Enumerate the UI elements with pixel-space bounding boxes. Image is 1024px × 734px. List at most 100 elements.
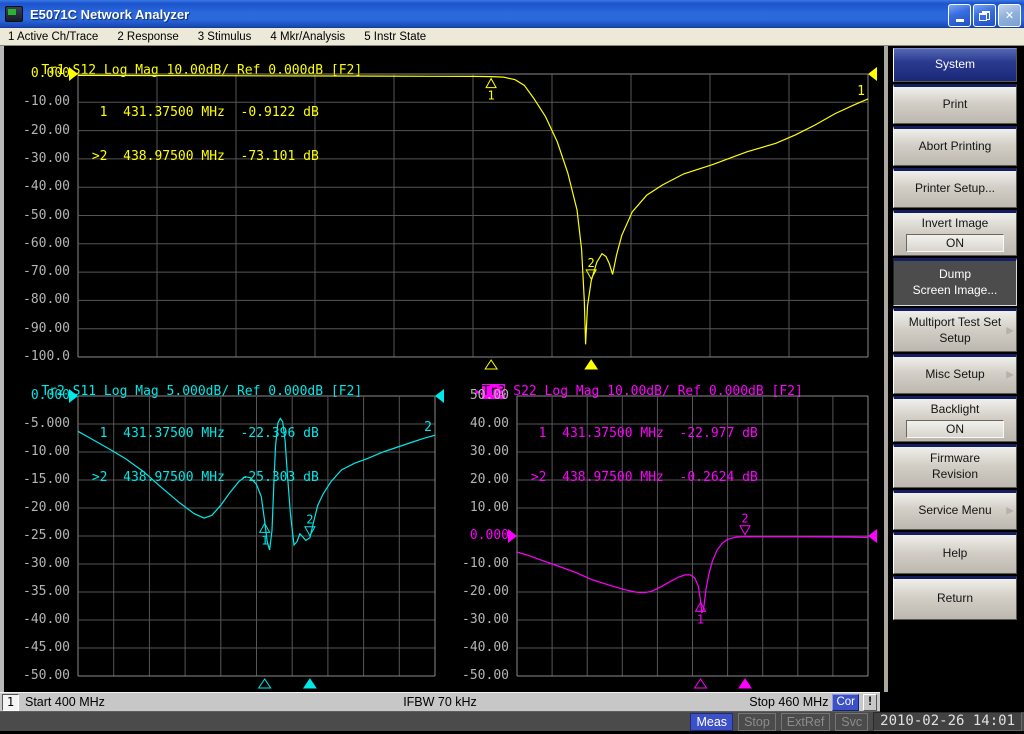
softkey-service-menu[interactable]: Service Menu ▶ xyxy=(893,490,1017,530)
y-axis-label: 30.00 xyxy=(469,444,509,459)
sweep-stop-badge: Stop xyxy=(738,712,776,731)
y-axis-label: -20.00 xyxy=(462,584,509,599)
softkey-label: Abort Printing xyxy=(918,139,992,154)
marker-glyph[interactable] xyxy=(739,525,751,536)
y-axis-label: -50.00 xyxy=(23,668,70,683)
marker-stimulus-triangle[interactable] xyxy=(484,359,499,370)
menu-bar: 1 Active Ch/Trace 2 Response 3 Stimulus … xyxy=(0,28,1024,46)
y-axis-label: -100.0 xyxy=(23,349,70,364)
softkey-invert-image[interactable]: Invert Image ON xyxy=(893,210,1017,256)
stop-frequency-label: Stop 460 MHz xyxy=(749,695,829,709)
y-axis-label: -10.00 xyxy=(23,444,70,459)
softkey-misc-setup[interactable]: Misc Setup ▶ xyxy=(893,354,1017,394)
softkey-label: Misc Setup xyxy=(925,367,985,382)
marker2-readout: >2 438.97500 MHz -73.101 dB xyxy=(84,148,319,164)
y-axis-label: -50.00 xyxy=(23,207,70,223)
close-icon: ✕ xyxy=(1004,10,1015,22)
softkey-value: ON xyxy=(906,419,1004,438)
marker-number: 1 xyxy=(697,612,704,626)
app-window: E5071C Network Analyzer ✕ 1 Active Ch/Tr… xyxy=(0,0,1024,734)
minimize-button[interactable] xyxy=(948,4,971,27)
y-axis-label: -40.00 xyxy=(462,640,509,655)
ext-ref-badge: ExtRef xyxy=(780,712,831,731)
marker2-readout: >2 438.97500 MHz -25.303 dB xyxy=(84,469,319,485)
marker-glyph[interactable] xyxy=(485,77,497,89)
y-axis-label: -40.00 xyxy=(23,612,70,627)
svc-badge: Svc xyxy=(835,712,869,731)
ref-level-arrow-right xyxy=(435,389,444,403)
marker-stimulus-triangle[interactable] xyxy=(257,678,272,689)
marker-stimulus-triangle[interactable] xyxy=(584,359,599,370)
softkey-label: Service Menu xyxy=(918,503,992,518)
y-axis-label: 10.00 xyxy=(469,500,509,515)
correction-status-badge: Cor xyxy=(832,693,859,711)
softkey-value: ON xyxy=(906,233,1004,252)
softkey-print[interactable]: Print xyxy=(893,84,1017,124)
y-axis-label: -60.00 xyxy=(23,235,70,251)
y-axis-label: 50.00 xyxy=(469,388,509,403)
softkey-label: Invert Image xyxy=(921,216,989,231)
softkey-multiport-test-set-setup[interactable]: Multiport Test Set Setup ▶ xyxy=(893,308,1017,352)
app-icon xyxy=(5,6,23,22)
y-axis-label: 20.00 xyxy=(469,472,509,487)
ref-level-arrow-left xyxy=(508,529,517,543)
submenu-arrow-icon: ▶ xyxy=(1006,325,1014,337)
window-title: E5071C Network Analyzer xyxy=(30,6,190,22)
trace1-marker-readout: 1 431.37500 MHz -0.9122 dB >2 438.97500 … xyxy=(84,77,319,193)
y-axis-label: -90.00 xyxy=(23,320,70,336)
softkey-return[interactable]: Return xyxy=(893,576,1017,620)
menu-stimulus[interactable]: 3 Stimulus xyxy=(198,31,252,43)
channel-status-bar: 1 Start 400 MHz IFBW 70 kHz Stop 460 MHz… xyxy=(0,692,880,712)
submenu-arrow-icon: ▶ xyxy=(1006,505,1014,517)
marker-glyph[interactable] xyxy=(304,526,316,537)
softkey-label: Firmware Revision xyxy=(930,451,980,481)
y-axis-label: -45.00 xyxy=(23,640,70,655)
close-button[interactable]: ✕ xyxy=(998,4,1021,27)
y-axis-label: -30.00 xyxy=(462,612,509,627)
trace3-marker-readout: 1 431.37500 MHz -22.977 dB >2 438.97500 … xyxy=(523,398,758,514)
marker-stimulus-triangle[interactable] xyxy=(738,678,752,689)
restore-icon xyxy=(979,10,990,21)
marker-number: 2 xyxy=(306,513,313,527)
softkey-label: Multiport Test Set Setup xyxy=(908,315,1002,345)
title-bar: E5071C Network Analyzer ✕ xyxy=(0,0,1024,28)
restore-button[interactable] xyxy=(973,4,996,27)
softkey-label: Dump Screen Image... xyxy=(912,267,998,297)
softkey-panel: System Print Abort Printing Printer Setu… xyxy=(884,46,1024,692)
y-axis-label: -35.00 xyxy=(23,584,70,599)
marker1-readout: 1 431.37500 MHz -22.396 dB xyxy=(84,426,319,441)
trace2-marker-readout: 1 431.37500 MHz -22.396 dB >2 438.97500 … xyxy=(84,398,319,514)
softkey-label: Backlight xyxy=(930,402,980,417)
trace-number-label: 1 xyxy=(857,84,865,99)
softkey-abort-printing[interactable]: Abort Printing xyxy=(893,126,1017,166)
y-axis-label: -20.00 xyxy=(23,500,70,515)
ref-level-arrow-right xyxy=(868,67,877,81)
ref-level-arrow-left xyxy=(69,389,78,403)
softkey-menu-title: System xyxy=(893,48,1017,82)
marker-number: 2 xyxy=(588,256,595,270)
softkey-printer-setup[interactable]: Printer Setup... xyxy=(893,168,1017,208)
menu-instr-state[interactable]: 5 Instr State xyxy=(364,31,426,43)
marker2-readout: >2 438.97500 MHz -0.2624 dB xyxy=(523,469,758,485)
marker-stimulus-triangle[interactable] xyxy=(693,678,708,689)
instrument-status-bar: Meas Stop ExtRef Svc 2010-02-26 14:01 xyxy=(0,712,1024,731)
start-frequency-label: Start 400 MHz xyxy=(25,695,105,709)
y-axis-label: -10.00 xyxy=(462,556,509,571)
softkey-help[interactable]: Help xyxy=(893,532,1017,574)
marker-stimulus-triangle[interactable] xyxy=(302,678,317,689)
softkey-firmware-revision[interactable]: Firmware Revision xyxy=(893,444,1017,488)
softkey-backlight[interactable]: Backlight ON xyxy=(893,396,1017,442)
y-axis-label: -80.00 xyxy=(23,292,70,308)
marker1-readout: 1 431.37500 MHz -0.9122 dB xyxy=(84,105,319,120)
trace-number-label: 2 xyxy=(424,420,432,435)
menu-mkr-analysis[interactable]: 4 Mkr/Analysis xyxy=(270,31,345,43)
softkey-label: System xyxy=(934,57,975,72)
softkey-label: Print xyxy=(942,97,968,112)
y-axis-label: -25.00 xyxy=(23,528,70,543)
softkey-label: Help xyxy=(942,546,968,561)
ifbw-label: IFBW 70 kHz xyxy=(403,695,477,709)
submenu-arrow-icon: ▶ xyxy=(1006,369,1014,381)
menu-active-ch-trace[interactable]: 1 Active Ch/Trace xyxy=(8,31,98,43)
menu-response[interactable]: 2 Response xyxy=(117,31,178,43)
softkey-dump-screen-image[interactable]: Dump Screen Image... xyxy=(893,258,1017,306)
